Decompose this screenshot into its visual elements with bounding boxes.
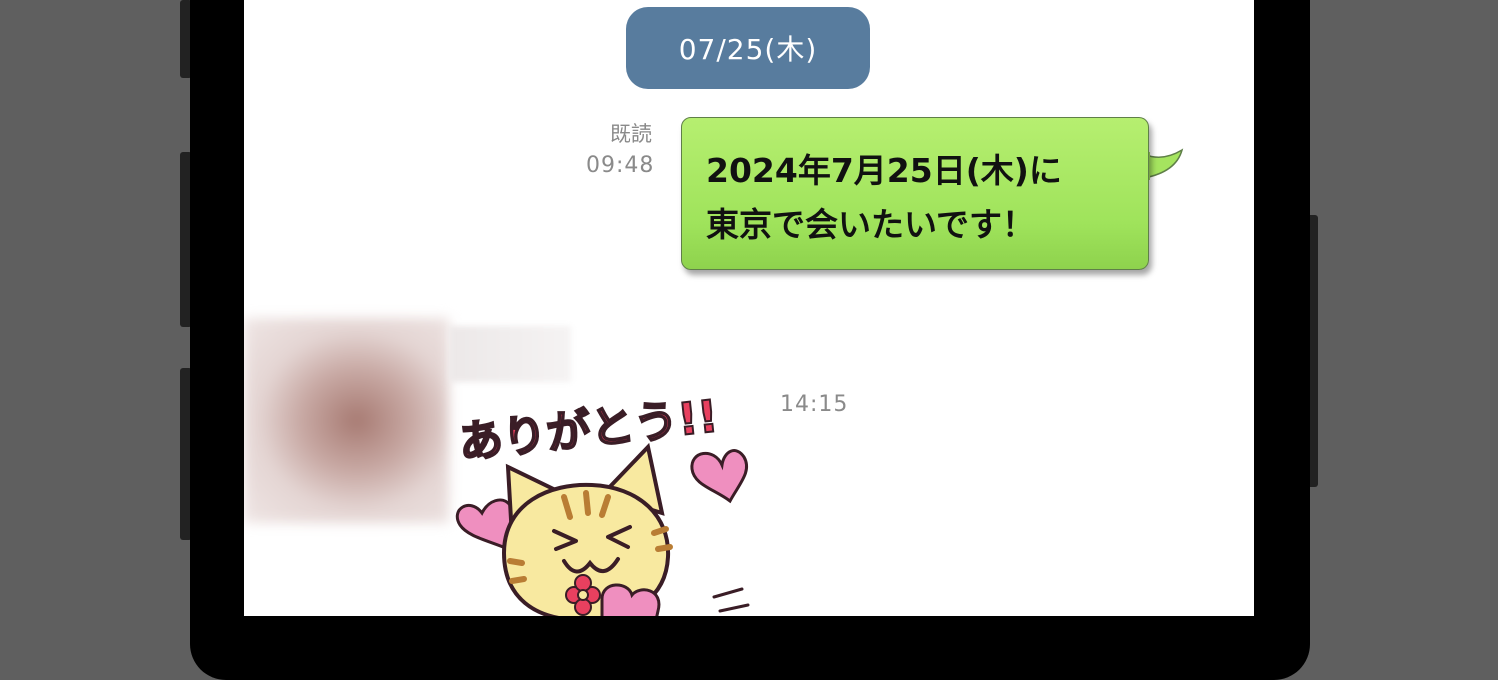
outgoing-message-text: 2024年7月25日(木)に 東京で会いたいです！	[706, 151, 1062, 244]
outgoing-message-bubble[interactable]: 2024年7月25日(木)に 東京で会いたいです！	[681, 117, 1149, 270]
heart-icon	[690, 449, 749, 504]
sticker-thank-you-text: ありがとう!!	[456, 391, 720, 469]
chat-screen[interactable]: 07/25(木) 既読 09:48 2024年7月25日(木)に 東京で会いたい…	[244, 0, 1254, 616]
incoming-timestamp: 14:15	[780, 392, 849, 417]
read-receipt: 既読	[610, 122, 652, 146]
sender-name-blurred	[449, 326, 571, 382]
heart-icon	[600, 583, 661, 616]
outgoing-timestamp: 09:48	[586, 153, 655, 178]
thank-you-cat-sticker[interactable]: ありがとう!!	[452, 385, 772, 616]
sender-avatar[interactable]	[244, 318, 449, 523]
bubble-tail	[1144, 148, 1184, 180]
date-divider: 07/25(木)	[626, 7, 870, 89]
